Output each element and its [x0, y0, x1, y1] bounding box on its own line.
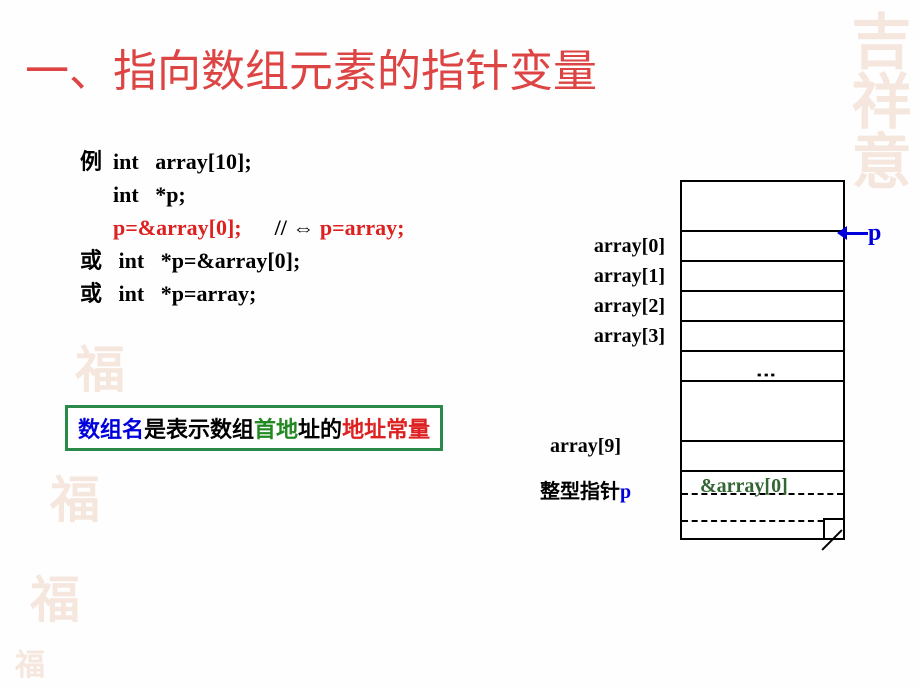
code-line-4: 或 int *p=&array[0];	[80, 244, 405, 277]
code-decl-init-1: int *p=&array[0];	[119, 248, 301, 273]
vertical-dots-icon: ⋮	[754, 365, 778, 383]
comment-slash: //	[275, 215, 293, 240]
code-line-5: 或 int *p=array;	[80, 277, 405, 310]
note-const-addr: 地址常量	[342, 417, 430, 442]
label-example: 例	[80, 149, 113, 174]
label-or-2: 或	[80, 281, 119, 306]
watermark-seal-1: 福	[75, 330, 125, 402]
ptr-label-p: p	[620, 481, 631, 503]
code-assign: p=&array[0];	[113, 215, 242, 240]
watermark-top-right: 吉祥意	[852, 10, 900, 190]
slide-title: 一、指向数组元素的指针变量	[25, 35, 597, 99]
mem-row-3	[682, 322, 843, 352]
watermark-seal-2: 福	[50, 460, 100, 532]
mem-row-spacer	[682, 202, 843, 232]
mem-row-1	[682, 262, 843, 292]
ptr-label-text: 整型指针	[540, 481, 620, 503]
code-line-1: 例 int array[10];	[80, 145, 405, 178]
note-text-2: 址的	[298, 417, 342, 442]
code-decl-pointer: int *p;	[113, 182, 186, 207]
code-assign-alt: p=array;	[314, 215, 404, 240]
mem-row-2	[682, 292, 843, 322]
arrow-left-icon	[837, 226, 847, 240]
equiv-symbol: ⇔	[292, 215, 314, 240]
label-array-2: array[2]	[570, 295, 665, 318]
note-box: 数组名是表示数组首地址的地址常量	[65, 405, 443, 451]
code-block: 例 int array[10]; 例 int *p; 例 p=&array[0]…	[80, 145, 405, 310]
label-array-0: array[0]	[570, 235, 665, 258]
label-array-1: array[1]	[570, 265, 665, 288]
memory-diagram: array[0] array[1] array[2] array[3] ⋮ ar…	[580, 180, 860, 580]
code-decl-array: int array[10];	[113, 149, 252, 174]
watermark-seal-4: 福	[15, 640, 45, 684]
code-line-3: 例 p=&array[0]; // ⇔ p=array;	[80, 211, 405, 244]
watermark-seal-3: 福	[30, 560, 80, 632]
mem-row-5	[682, 412, 843, 442]
mem-row-0	[682, 232, 843, 262]
code-line-2: 例 int *p;	[80, 178, 405, 211]
label-array-9: array[9]	[550, 435, 621, 458]
int-pointer-label: 整型指针p	[540, 475, 631, 504]
label-array-3: array[3]	[570, 325, 665, 348]
label-or-1: 或	[80, 248, 119, 273]
note-array-name: 数组名	[78, 417, 144, 442]
pointer-value: &array[0]	[700, 475, 788, 498]
page-fold-icon	[823, 518, 843, 538]
note-first-addr: 首地	[254, 417, 298, 442]
note-text-1: 是表示数组	[144, 417, 254, 442]
pointer-p-label: p	[868, 220, 881, 247]
code-decl-init-2: int *p=array;	[119, 281, 257, 306]
